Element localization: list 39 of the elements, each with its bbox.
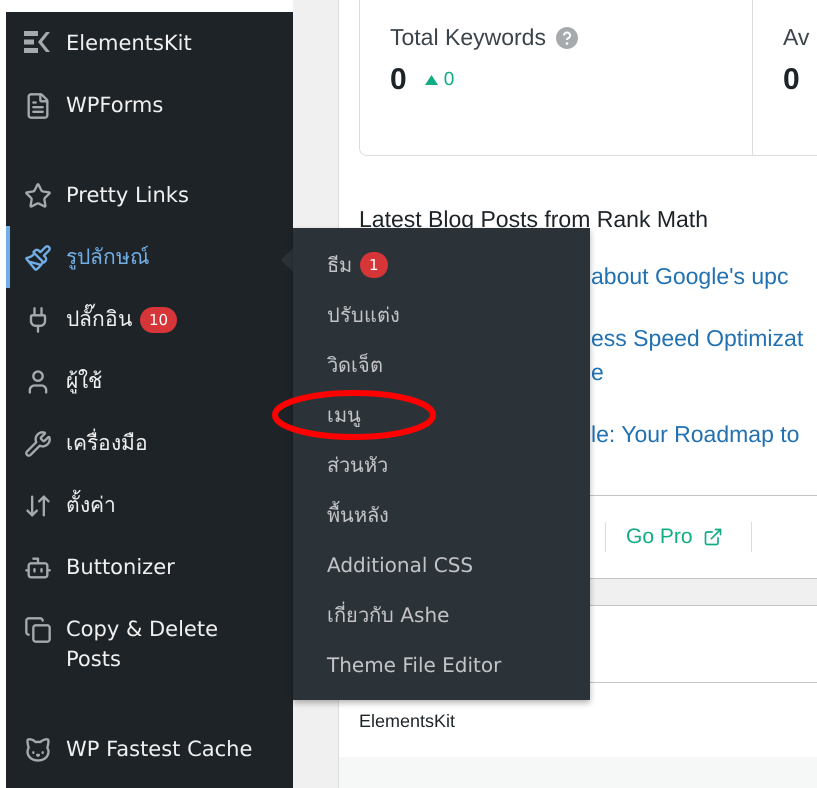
blog-post-link[interactable]: le: Your Roadmap to (591, 421, 800, 447)
blog-post-link[interactable]: about Google's upc (591, 263, 788, 289)
star-icon (24, 182, 52, 210)
blog-post-link[interactable]: e (591, 359, 604, 385)
submenu-item[interactable]: ปรับแต่ง (327, 301, 400, 329)
submenu-item[interactable]: เมนู (327, 401, 361, 429)
update-count-badge: 1 (360, 252, 388, 278)
stat-label: Total Keywords (390, 24, 546, 51)
submenu-item[interactable]: เกี่ยวกับ Ashe (327, 601, 450, 629)
ek-logo-icon (24, 30, 52, 54)
blog-post-link[interactable]: ess Speed Optimizat (591, 325, 804, 351)
stat-value: 0 (390, 63, 407, 97)
sidebar-menu-item[interactable]: Pretty Links (6, 164, 293, 226)
stat-value: 0 (783, 63, 800, 97)
update-count-badge: 10 (140, 307, 178, 334)
wrench-icon (24, 430, 52, 458)
copy-icon (24, 616, 52, 644)
sidebar-menu-item[interactable]: Buttonizer (6, 536, 293, 598)
sidebar-menu-item[interactable]: เครื่องมือ (6, 412, 293, 474)
submenu-item[interactable]: ธีม 1 (327, 251, 388, 279)
submenu-item[interactable]: Theme File Editor (327, 651, 502, 679)
sidebar-menu-item[interactable]: WP Fastest Cache (6, 718, 293, 780)
submenu-item[interactable]: Additional CSS (327, 551, 474, 579)
paintbrush-icon (24, 244, 52, 272)
stat-change: 0 (444, 69, 454, 91)
help-icon[interactable] (556, 26, 578, 48)
external-link-icon (702, 527, 723, 547)
sidebar-menu-item[interactable]: Copy & Delete Posts (6, 598, 293, 690)
section-label: ElementsKit (358, 710, 456, 733)
sidebar-menu-item[interactable]: ElementsKit (6, 12, 293, 74)
cat-icon (24, 736, 52, 764)
sidebar-menu-item[interactable]: ตั้งค่า (6, 474, 293, 536)
sidebar-menu-item[interactable]: ปลั๊กอิน 10 (6, 288, 293, 350)
stat-label: Av (783, 24, 810, 51)
sidebar-menu-item[interactable]: WPForms (6, 74, 293, 136)
submenu-item[interactable]: วิดเจ็ต (327, 351, 383, 379)
sidebar-menu-item[interactable]: ผู้ใช้ (6, 350, 293, 412)
submenu-item[interactable]: ส่วนหัว (327, 451, 388, 479)
submenu-item[interactable]: พื้นหลัง (327, 501, 389, 529)
